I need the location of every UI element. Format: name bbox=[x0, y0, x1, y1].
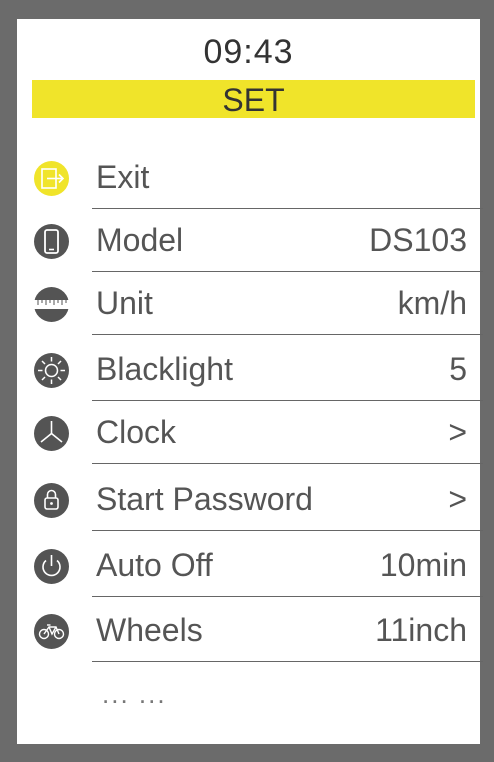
menu-item-exit[interactable]: Exit bbox=[32, 149, 483, 209]
phone-icon bbox=[34, 224, 69, 259]
menu-item-label: Auto Off bbox=[96, 547, 213, 583]
device-frame: 09:43 SET Exit Model DS103 Unit km/h Bla… bbox=[0, 0, 494, 762]
menu-item-label: Blacklight bbox=[96, 351, 233, 387]
clock-icon bbox=[34, 416, 69, 451]
sun-icon bbox=[34, 353, 69, 388]
menu-item-value: > bbox=[448, 481, 467, 517]
menu-item-label: Exit bbox=[96, 159, 150, 195]
menu-item-blacklight[interactable]: Blacklight 5 bbox=[32, 341, 483, 401]
bicycle-icon bbox=[34, 614, 69, 649]
menu-item-label: Start Password bbox=[96, 481, 313, 517]
menu-item-value: 5 bbox=[449, 351, 467, 387]
divider bbox=[92, 661, 483, 662]
divider bbox=[92, 334, 483, 335]
menu-item-start-password[interactable]: Start Password > bbox=[32, 471, 483, 531]
clock-time: 09:43 bbox=[203, 33, 294, 71]
menu-item-label: Model bbox=[96, 222, 184, 258]
menu-item-value: 11inch bbox=[375, 612, 467, 648]
divider bbox=[92, 400, 483, 401]
menu-item-value: DS103 bbox=[369, 222, 467, 258]
menu-item-value: > bbox=[448, 414, 467, 450]
lock-icon bbox=[34, 483, 69, 518]
divider bbox=[92, 463, 483, 464]
more-items-indicator: ... ... bbox=[102, 679, 167, 709]
exit-icon bbox=[34, 161, 69, 196]
menu-item-model[interactable]: Model DS103 bbox=[32, 212, 483, 272]
menu-item-value: 10min bbox=[379, 547, 467, 583]
menu-item-unit[interactable]: Unit km/h bbox=[32, 275, 483, 335]
menu-item-wheels[interactable]: Wheels 11inch bbox=[32, 602, 483, 662]
menu-item-auto-off[interactable]: Auto Off 10min bbox=[32, 537, 483, 597]
menu-item-value: km/h bbox=[397, 285, 467, 321]
divider bbox=[92, 271, 483, 272]
settings-screen: 09:43 SET Exit Model DS103 Unit km/h Bla… bbox=[17, 19, 483, 744]
divider bbox=[92, 596, 483, 597]
title-bar: SET bbox=[32, 80, 475, 118]
menu-item-label: Wheels bbox=[96, 612, 203, 648]
divider bbox=[92, 208, 483, 209]
menu-item-label: Unit bbox=[96, 285, 153, 321]
menu-item-clock[interactable]: Clock > bbox=[32, 404, 483, 464]
menu-item-label: Clock bbox=[96, 414, 177, 450]
power-icon bbox=[34, 549, 69, 584]
ruler-icon bbox=[34, 287, 69, 322]
page-title: SET bbox=[222, 82, 285, 118]
divider bbox=[92, 530, 483, 531]
